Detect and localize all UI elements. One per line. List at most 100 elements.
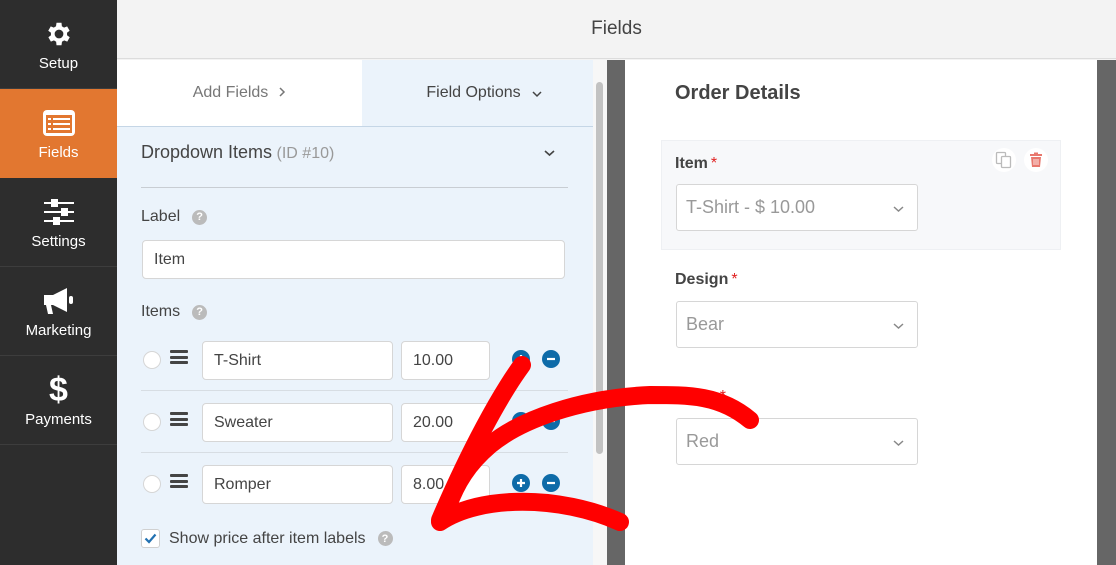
dollar-icon: $: [49, 370, 68, 409]
remove-item-button[interactable]: [542, 474, 560, 492]
field-label-text: Item: [675, 155, 708, 172]
sidebar-item-marketing[interactable]: Marketing: [0, 267, 117, 356]
minus-icon: [547, 357, 555, 361]
dropdown-items-group-header[interactable]: Dropdown Items (ID #10): [141, 142, 568, 188]
design-select[interactable]: Bear: [676, 301, 918, 348]
select-value: Bear: [686, 314, 725, 334]
item-price-input[interactable]: 10.00: [401, 341, 490, 380]
group-title: Dropdown Items: [141, 142, 273, 162]
select-value: Red: [686, 431, 720, 451]
select-value: T-Shirt - $ 10.00: [686, 197, 816, 217]
default-radio[interactable]: [143, 351, 161, 369]
item-price-input[interactable]: 8.00: [401, 465, 490, 504]
chevron-down-icon: [892, 314, 905, 335]
page-header: Fields: [117, 0, 1116, 59]
tab-label: Add Fields: [192, 84, 269, 101]
drag-handle-icon[interactable]: [170, 474, 188, 488]
scrollbar-thumb[interactable]: [596, 82, 603, 454]
drag-handle-icon[interactable]: [170, 412, 188, 426]
item-field-label: Item *: [675, 155, 717, 173]
form-list-icon: [41, 106, 77, 140]
gear-icon: [41, 17, 77, 51]
item-name: T-Shirt: [214, 351, 262, 369]
item-price-input[interactable]: 20.00: [401, 403, 490, 442]
show-price-checkbox[interactable]: [141, 529, 160, 548]
help-icon[interactable]: ?: [192, 209, 208, 225]
chevron-down-icon[interactable]: [543, 144, 556, 162]
required-asterisk: *: [719, 388, 727, 405]
item-price: 8.00: [413, 475, 445, 493]
trash-icon: [1030, 152, 1042, 167]
sidebar: Setup Fields Settings Marketing $ Paymen…: [0, 0, 117, 565]
panel-tabs: Add Fields Field Options: [117, 60, 607, 127]
duplicate-field-button[interactable]: [992, 148, 1016, 172]
required-asterisk: *: [710, 155, 718, 172]
chevron-right-icon: [278, 86, 286, 101]
label-field-label: Label ?: [141, 208, 208, 226]
minus-icon: [547, 481, 555, 485]
item-name-input[interactable]: Sweater: [202, 403, 393, 442]
item-select[interactable]: T-Shirt - $ 10.00: [676, 184, 918, 231]
show-price-label: Show price after item labels: [169, 529, 366, 547]
remove-item-button[interactable]: [542, 350, 560, 368]
field-actions: [992, 148, 1048, 172]
duplicate-icon: [995, 151, 1012, 169]
default-radio[interactable]: [143, 475, 161, 493]
form-preview: Order Details Item * T-Shirt - $ 10.00 De…: [625, 60, 1097, 565]
delete-field-button[interactable]: [1024, 148, 1048, 172]
page-title: Fields: [591, 18, 642, 39]
sidebar-item-setup[interactable]: Setup: [0, 0, 117, 89]
field-options-panel: Add Fields Field Options Dropdown Items …: [117, 60, 607, 565]
color-select[interactable]: Red: [676, 418, 918, 465]
help-icon[interactable]: ?: [192, 304, 208, 320]
items-label-text: Items: [141, 303, 181, 320]
add-item-button[interactable]: [512, 412, 530, 430]
item-name-input[interactable]: T-Shirt: [202, 341, 393, 380]
show-price-option[interactable]: Show price after item labels ?: [141, 529, 393, 548]
sidebar-item-payments[interactable]: $ Payments: [0, 356, 117, 445]
sidebar-item-label: Setup: [38, 54, 79, 72]
default-radio[interactable]: [143, 413, 161, 431]
label-text: Label: [141, 208, 181, 225]
item-row: Romper 8.00: [141, 453, 568, 515]
panel-scrollbar[interactable]: [593, 60, 607, 565]
field-label-text: Color: [675, 388, 717, 405]
sidebar-item-label: Settings: [31, 232, 86, 250]
tab-field-options[interactable]: Field Options: [362, 60, 607, 126]
plus-icon: [517, 355, 525, 363]
item-price: 10.00: [413, 351, 454, 369]
sidebar-item-fields[interactable]: Fields: [0, 89, 117, 178]
megaphone-icon: [41, 284, 77, 318]
design-field-label: Design *: [675, 271, 738, 289]
sidebar-item-label: Payments: [25, 410, 92, 428]
label-input-value: Item: [154, 250, 186, 268]
color-field-label: Color *: [675, 388, 726, 406]
form-title: Order Details: [675, 82, 801, 104]
tab-add-fields[interactable]: Add Fields: [117, 60, 362, 126]
help-icon[interactable]: ?: [377, 531, 393, 546]
items-label: Items ?: [141, 303, 208, 321]
field-label-text: Design: [675, 271, 729, 288]
sidebar-item-settings[interactable]: Settings: [0, 178, 117, 267]
drag-handle-icon[interactable]: [170, 350, 188, 364]
sidebar-item-label: Fields: [38, 143, 79, 161]
checkmark-icon: [144, 533, 157, 544]
item-row: T-Shirt 10.00: [141, 329, 568, 391]
chevron-down-icon: [892, 197, 905, 218]
item-name-input[interactable]: Romper: [202, 465, 393, 504]
item-name: Sweater: [214, 413, 273, 431]
remove-item-button[interactable]: [542, 412, 560, 430]
sidebar-item-label: Marketing: [25, 321, 92, 339]
add-item-button[interactable]: [512, 350, 530, 368]
group-id: (ID #10): [276, 145, 335, 162]
item-name: Romper: [214, 475, 271, 493]
plus-icon: [517, 417, 525, 425]
minus-icon: [547, 419, 555, 423]
plus-icon: [517, 479, 525, 487]
sliders-icon: [41, 195, 77, 229]
add-item-button[interactable]: [512, 474, 530, 492]
item-price: 20.00: [413, 413, 454, 431]
required-asterisk: *: [731, 271, 738, 288]
chevron-down-icon: [892, 431, 905, 452]
label-input[interactable]: Item: [142, 240, 565, 279]
